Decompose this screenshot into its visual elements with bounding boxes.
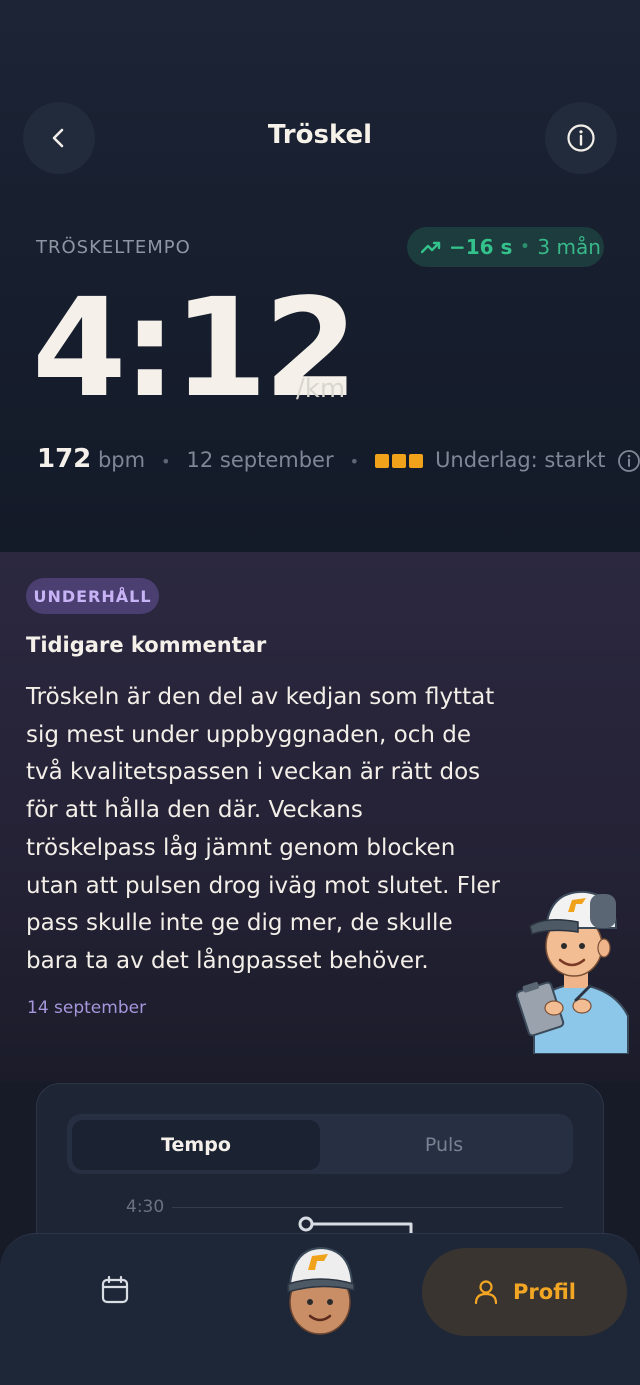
trend-value: −16 s — [449, 235, 513, 259]
trend-separator: • — [520, 239, 530, 255]
info-button[interactable] — [545, 102, 617, 174]
grid-line — [172, 1207, 563, 1208]
trend-badge: −16 s • 3 mån — [407, 227, 604, 267]
tab-puls[interactable]: Puls — [320, 1120, 568, 1170]
comment-title: Tidigare kommentar — [26, 633, 267, 657]
comment-line: två kvalitetspassen i veckan är rätt dos — [26, 759, 481, 786]
comment-line: utan att pulsen drog iväg mot slutet. Fl… — [26, 872, 500, 899]
comment-line: sig mest under uppbyggnaden, och de — [26, 721, 471, 748]
nav-profile-button[interactable]: Profil — [422, 1248, 627, 1336]
separator-dot: • — [349, 452, 360, 471]
separator-dot: • — [161, 452, 171, 471]
tab-tempo[interactable]: Tempo — [72, 1120, 320, 1170]
coach-illustration — [516, 890, 629, 1054]
measure-date: 12 september — [186, 448, 334, 472]
user-icon — [474, 1280, 498, 1305]
comment-line: pass skulle inte ge dig mer, de skulle — [26, 910, 453, 937]
comment-line: Tröskeln är den del av kedjan som flytta… — [26, 684, 495, 710]
phase-badge: UNDERHÅLL — [26, 578, 159, 614]
metric-label: TRÖSKELTEMPO — [36, 237, 191, 258]
y-axis-tick: 4:30 — [126, 1197, 165, 1217]
coach-avatar-button[interactable] — [280, 1244, 360, 1340]
comment-line: bara ta av det långpasset behöver. — [26, 947, 429, 974]
stats-row: 172 bpm • 12 september • Underlag: stark… — [37, 444, 640, 478]
pace-unit: /km — [296, 374, 346, 404]
trend-period: 3 mån — [537, 235, 601, 259]
nav-profile-label: Profil — [513, 1280, 576, 1304]
trending-up-icon — [421, 241, 441, 254]
calendar-icon — [101, 1275, 129, 1304]
chart-point — [298, 1216, 314, 1232]
confidence-square — [375, 454, 390, 468]
heart-rate: 172 bpm — [37, 444, 145, 474]
confidence-square — [392, 454, 407, 468]
page-title: Tröskel — [267, 120, 373, 150]
comment-line: för att hålla den där. Veckans — [26, 797, 363, 824]
confidence-square — [409, 454, 424, 468]
comment-date: 14 september — [27, 998, 147, 1018]
bpm-unit: bpm — [97, 448, 146, 472]
info-icon — [567, 124, 595, 152]
confidence-text: Underlag: starkt — [435, 448, 606, 472]
nav-calendar-button[interactable] — [93, 1268, 137, 1312]
bpm-value: 172 — [37, 444, 92, 474]
confidence-indicator — [375, 454, 424, 468]
comment-body: Tröskeln är den del av kedjan som flytta… — [26, 679, 516, 981]
comment-line: tröskelpass låg jämnt genom blocken — [26, 834, 456, 861]
info-small-icon[interactable] — [617, 449, 640, 473]
